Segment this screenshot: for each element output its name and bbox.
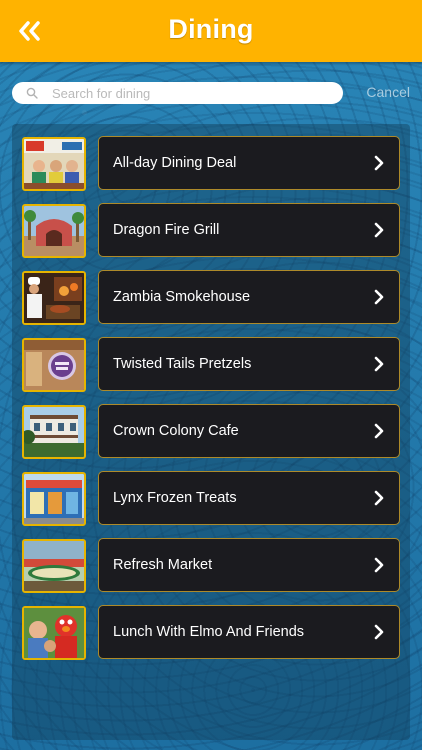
elmo-friends-photo	[22, 606, 86, 660]
chevron-right-icon	[374, 423, 384, 439]
chevron-right-icon	[374, 557, 384, 573]
list-item-card[interactable]: Twisted Tails Pretzels	[98, 337, 400, 391]
list-item[interactable]: Lynx Frozen Treats	[22, 471, 402, 529]
cancel-button[interactable]: Cancel	[366, 84, 410, 100]
page-title: Dining	[168, 14, 254, 44]
list-item[interactable]: Twisted Tails Pretzels	[22, 337, 402, 395]
list-item-label: Twisted Tails Pretzels	[113, 356, 252, 372]
list-item[interactable]: Crown Colony Cafe	[22, 404, 402, 462]
chevron-right-icon	[374, 490, 384, 506]
search-input[interactable]	[50, 84, 334, 102]
search-icon	[26, 86, 40, 100]
dining-deal-photo	[22, 137, 86, 191]
list-item-label: Dragon Fire Grill	[113, 222, 220, 238]
list-item[interactable]: Zambia Smokehouse	[22, 270, 402, 328]
list-item[interactable]: Refresh Market	[22, 538, 402, 596]
top-nav-bar: Dining	[0, 0, 422, 62]
list-item-label: Lynx Frozen Treats	[113, 490, 237, 506]
list-item-card[interactable]: Crown Colony Cafe	[98, 404, 400, 458]
chevron-right-icon	[374, 356, 384, 372]
list-item-label: Crown Colony Cafe	[113, 423, 239, 439]
list-item-label: All-day Dining Deal	[113, 155, 237, 171]
list-item-label: Zambia Smokehouse	[113, 289, 251, 305]
search-bar: Cancel	[0, 62, 422, 124]
search-field-container[interactable]	[12, 82, 343, 104]
list-item[interactable]: All-day Dining Deal	[22, 136, 402, 194]
restaurant-exterior-photo	[22, 204, 86, 258]
chevron-right-icon	[374, 624, 384, 640]
pretzel-shop-photo	[22, 338, 86, 392]
list-item-label: Lunch With Elmo And Friends	[113, 624, 305, 640]
market-sign-photo	[22, 539, 86, 593]
frozen-treats-shop-photo	[22, 472, 86, 526]
list-item-card[interactable]: All-day Dining Deal	[98, 136, 400, 190]
list-item-label: Refresh Market	[113, 557, 213, 573]
chevron-right-icon	[374, 289, 384, 305]
chevron-right-icon	[374, 222, 384, 238]
list-item-card[interactable]: Lunch With Elmo And Friends	[98, 605, 400, 659]
list-item-card[interactable]: Dragon Fire Grill	[98, 203, 400, 257]
chef-grill-photo	[22, 271, 86, 325]
list-item-card[interactable]: Refresh Market	[98, 538, 400, 592]
dining-list: All-day Dining Deal Dragon Fire Grill Za…	[12, 124, 410, 740]
list-item-card[interactable]: Zambia Smokehouse	[98, 270, 400, 324]
list-item[interactable]: Lunch With Elmo And Friends	[22, 605, 402, 663]
cafe-building-photo	[22, 405, 86, 459]
chevron-right-icon	[374, 155, 384, 171]
list-item[interactable]: Dragon Fire Grill	[22, 203, 402, 261]
list-item-card[interactable]: Lynx Frozen Treats	[98, 471, 400, 525]
